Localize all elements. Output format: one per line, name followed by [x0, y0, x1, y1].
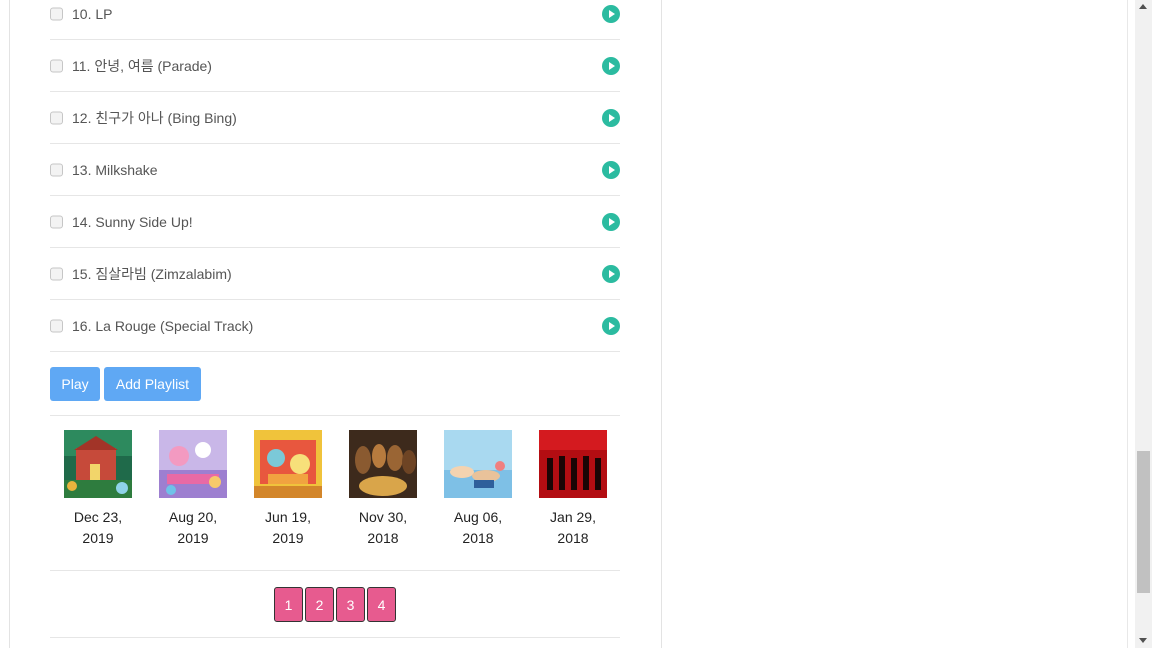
- divider: [50, 415, 620, 416]
- album-cover[interactable]: [254, 430, 322, 498]
- play-track-icon[interactable]: [602, 4, 620, 23]
- track-checkbox[interactable]: [50, 7, 63, 20]
- add-playlist-button[interactable]: Add Playlist: [104, 367, 201, 401]
- track-checkbox[interactable]: [50, 111, 63, 124]
- scroll-up-arrow-icon[interactable]: [1139, 4, 1147, 9]
- play-track-icon[interactable]: [602, 56, 620, 75]
- album-card[interactable]: Jan 29, 2018: [528, 430, 618, 549]
- content-left-border: [9, 0, 10, 648]
- play-track-icon[interactable]: [602, 108, 620, 127]
- play-track-icon[interactable]: [602, 316, 620, 335]
- album-card[interactable]: Aug 20, 2019: [148, 430, 238, 549]
- track-title: 12. 친구가 아나 (Bing Bing): [72, 109, 237, 126]
- page-button-4[interactable]: 4: [367, 587, 396, 622]
- release-year: 2018: [367, 530, 399, 546]
- album-card[interactable]: Jun 19, 2019: [243, 430, 333, 549]
- play-track-icon[interactable]: [602, 264, 620, 283]
- release-date: Jun 19,: [265, 509, 311, 525]
- track-row: 15. 짐살라빔 (Zimzalabim): [50, 248, 620, 300]
- page-button-1[interactable]: 1: [274, 587, 303, 622]
- album-cover[interactable]: [64, 430, 132, 498]
- track-title: 15. 짐살라빔 (Zimzalabim): [72, 265, 232, 282]
- track-row: 12. 친구가 아나 (Bing Bing): [50, 92, 620, 144]
- release-date: Aug 20,: [168, 509, 218, 525]
- track-checkbox[interactable]: [50, 163, 63, 176]
- track-title: 10. LP: [72, 5, 113, 22]
- divider: [50, 637, 620, 638]
- scroll-down-arrow-icon[interactable]: [1139, 638, 1147, 643]
- page-button-3[interactable]: 3: [336, 587, 365, 622]
- release-date: Aug 06,: [453, 509, 503, 525]
- album-card[interactable]: Aug 06, 2018: [433, 430, 523, 549]
- track-row: 14. Sunny Side Up!: [50, 196, 620, 248]
- track-title: 16. La Rouge (Special Track): [72, 317, 254, 334]
- track-title: 11. 안녕, 여름 (Parade): [72, 57, 212, 74]
- track-checkbox[interactable]: [50, 215, 63, 228]
- page-button-2[interactable]: 2: [305, 587, 334, 622]
- play-track-icon[interactable]: [602, 212, 620, 231]
- album-card[interactable]: Dec 23, 2019: [53, 430, 143, 549]
- right-panel-border: [1127, 0, 1128, 648]
- track-row: 10. LP: [50, 0, 620, 40]
- vertical-scrollbar[interactable]: [1135, 0, 1152, 648]
- track-checkbox[interactable]: [50, 267, 63, 280]
- track-checkbox[interactable]: [50, 319, 63, 332]
- release-date: Dec 23,: [73, 509, 123, 525]
- track-title: 14. Sunny Side Up!: [72, 213, 193, 230]
- track-row: 13. Milkshake: [50, 144, 620, 196]
- release-year: 2019: [272, 530, 304, 546]
- release-year: 2018: [557, 530, 589, 546]
- play-track-icon[interactable]: [602, 160, 620, 179]
- release-year: 2018: [462, 530, 494, 546]
- release-date: Jan 29,: [550, 509, 596, 525]
- track-title: 13. Milkshake: [72, 161, 158, 178]
- divider: [50, 570, 620, 571]
- scrollbar-thumb[interactable]: [1137, 451, 1150, 593]
- release-year: 2019: [82, 530, 114, 546]
- release-date: Nov 30,: [358, 509, 408, 525]
- play-button[interactable]: Play: [50, 367, 100, 401]
- album-cover[interactable]: [349, 430, 417, 498]
- album-cover[interactable]: [444, 430, 512, 498]
- release-year: 2019: [177, 530, 209, 546]
- track-row: 16. La Rouge (Special Track): [50, 300, 620, 352]
- track-row: 11. 안녕, 여름 (Parade): [50, 40, 620, 92]
- column-divider: [661, 0, 662, 648]
- track-checkbox[interactable]: [50, 59, 63, 72]
- album-cover[interactable]: [539, 430, 607, 498]
- album-card[interactable]: Nov 30, 2018: [338, 430, 428, 549]
- album-cover[interactable]: [159, 430, 227, 498]
